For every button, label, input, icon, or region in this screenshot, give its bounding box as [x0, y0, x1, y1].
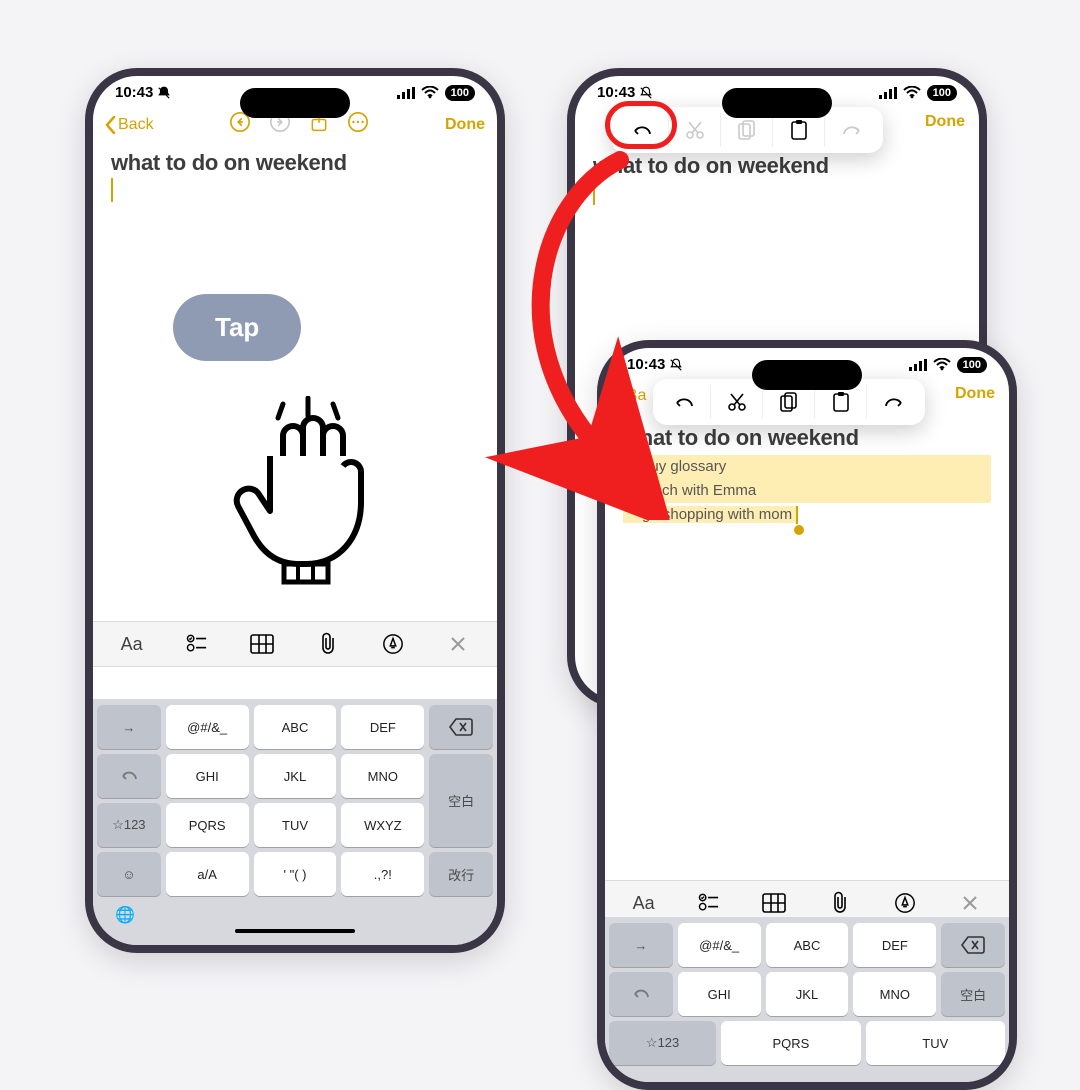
close-keyboard-button[interactable]	[953, 894, 987, 912]
wifi-icon	[903, 86, 921, 99]
key-return[interactable]: 改行	[429, 852, 493, 896]
key[interactable]: WXYZ	[341, 803, 424, 847]
key[interactable]: TUV	[254, 803, 337, 847]
status-time: 10:43	[627, 356, 665, 373]
paste-button[interactable]	[815, 385, 867, 419]
phone-front-right: 10:43 100 ‹ BackBa Done what to do on we…	[597, 340, 1017, 1090]
table-button[interactable]	[757, 893, 791, 913]
keyboard[interactable]: → @#/&_ ABC DEF GHI JKL MNO 空白 ☆123 PQRS…	[93, 699, 497, 945]
signal-icon	[879, 87, 897, 99]
dynamic-island	[240, 88, 350, 118]
battery-badge: 100	[445, 85, 475, 101]
three-finger-tap-icon	[228, 396, 388, 601]
phone-left: 10:43 100 Back Done what to do on weeken…	[85, 68, 505, 953]
text-style-button[interactable]: Aa	[115, 634, 149, 655]
markup-button[interactable]	[376, 633, 410, 655]
text-cursor	[111, 178, 497, 202]
note-title[interactable]: what to do on weekend	[93, 146, 497, 176]
key[interactable]: @#/&_	[166, 705, 249, 749]
list-item[interactable]: ・lunch with Emma	[627, 479, 987, 503]
list-item[interactable]: ・go shopping with mom	[623, 506, 796, 523]
cut-button[interactable]	[669, 113, 721, 147]
key[interactable]: DEF	[853, 923, 936, 967]
key[interactable]: PQRS	[166, 803, 249, 847]
copy-button[interactable]	[763, 385, 815, 419]
bell-off-icon	[157, 86, 171, 100]
dynamic-island	[722, 88, 832, 118]
key-num[interactable]: ☆123	[97, 803, 161, 847]
back-label: Back	[118, 116, 154, 134]
globe-icon[interactable]: 🌐	[115, 905, 135, 925]
key[interactable]: GHI	[166, 754, 249, 798]
selection-handle-end[interactable]	[794, 525, 804, 535]
signal-icon	[909, 359, 927, 371]
key-tab[interactable]: →	[97, 705, 161, 749]
done-button[interactable]: Done	[925, 113, 965, 131]
battery-badge: 100	[957, 357, 987, 373]
key[interactable]: a/A	[166, 852, 249, 896]
list-item[interactable]: ・buy glossary	[627, 455, 987, 479]
note-title[interactable]: what to do on weekend	[605, 421, 1009, 451]
key[interactable]: ABC	[254, 705, 337, 749]
key[interactable]: .,?!	[341, 852, 424, 896]
status-time: 10:43	[115, 84, 153, 101]
text-style-button[interactable]: Aa	[627, 893, 661, 914]
key[interactable]: MNO	[341, 754, 424, 798]
tap-instruction-bubble: Tap	[173, 294, 301, 361]
note-title[interactable]: what to do on weekend	[575, 149, 979, 179]
done-button[interactable]: Done	[955, 385, 995, 403]
redo-button[interactable]	[867, 385, 919, 419]
back-button[interactable]: Back	[105, 116, 154, 134]
table-button[interactable]	[245, 634, 279, 654]
checklist-button[interactable]	[692, 893, 726, 913]
key-num[interactable]: ☆123	[609, 1021, 716, 1065]
close-keyboard-button[interactable]	[441, 635, 475, 653]
key[interactable]: DEF	[341, 705, 424, 749]
home-indicator[interactable]	[235, 929, 355, 933]
more-icon[interactable]	[347, 111, 369, 138]
signal-icon	[397, 87, 415, 99]
keyboard[interactable]: → @#/&_ ABC DEF GHI JKL MNO 空白 ☆123 PQRS…	[605, 917, 1009, 1082]
wifi-icon	[421, 86, 439, 99]
dynamic-island	[752, 360, 862, 390]
redo-button[interactable]	[825, 113, 877, 147]
key[interactable]: JKL	[254, 754, 337, 798]
key-undo[interactable]	[609, 972, 673, 1016]
key[interactable]: PQRS	[721, 1021, 860, 1065]
undo-button[interactable]	[659, 385, 711, 419]
key-delete[interactable]	[941, 923, 1005, 967]
key[interactable]: ' "( )	[254, 852, 337, 896]
bell-off-icon	[669, 358, 683, 372]
key[interactable]: ABC	[766, 923, 849, 967]
key[interactable]: GHI	[678, 972, 761, 1016]
key[interactable]: JKL	[766, 972, 849, 1016]
done-button[interactable]: Done	[445, 116, 485, 134]
status-time: 10:43	[597, 84, 635, 101]
text-cursor	[593, 181, 979, 205]
key-space[interactable]: 空白	[941, 972, 1005, 1016]
cut-button[interactable]	[711, 385, 763, 419]
format-bar: Aa	[93, 621, 497, 667]
attach-button[interactable]	[823, 891, 857, 915]
attach-button[interactable]	[311, 632, 345, 656]
key-tab[interactable]: →	[609, 923, 673, 967]
wifi-icon	[933, 358, 951, 371]
key-emoji[interactable]: ☺	[97, 852, 161, 896]
markup-button[interactable]	[888, 892, 922, 914]
checklist-button[interactable]	[180, 634, 214, 654]
key[interactable]: @#/&_	[678, 923, 761, 967]
highlight-circle	[605, 101, 677, 149]
bell-off-icon	[639, 86, 653, 100]
back-button[interactable]: ‹ BackBa	[617, 387, 646, 405]
key[interactable]: MNO	[853, 972, 936, 1016]
paste-button[interactable]	[773, 113, 825, 147]
selection-handle-start[interactable]	[617, 447, 627, 457]
key-undo[interactable]	[97, 754, 161, 798]
key[interactable]: TUV	[866, 1021, 1005, 1065]
copy-button[interactable]	[721, 113, 773, 147]
note-body[interactable]: ・buy glossary ・lunch with Emma ・go shopp…	[605, 451, 1009, 531]
key-delete[interactable]	[429, 705, 493, 749]
battery-badge: 100	[927, 85, 957, 101]
